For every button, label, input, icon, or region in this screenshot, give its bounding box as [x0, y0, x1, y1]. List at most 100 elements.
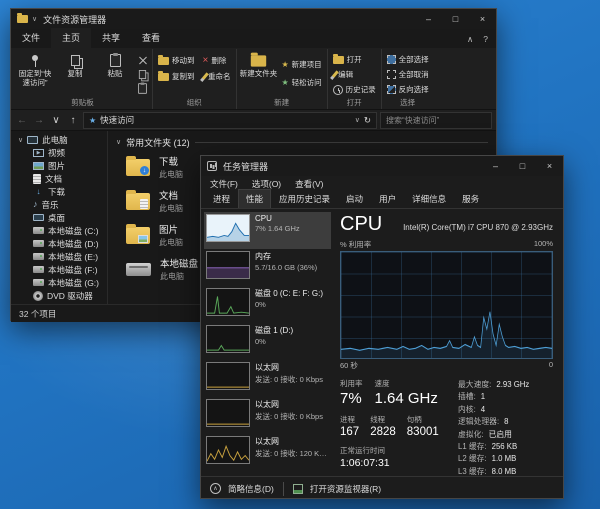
- tab-services[interactable]: 服务: [454, 189, 487, 208]
- tab-app-history[interactable]: 应用历史记录: [271, 189, 338, 208]
- back-icon[interactable]: ←: [15, 115, 29, 126]
- copy-button[interactable]: 复制: [56, 51, 94, 79]
- sidebar-item-drive-d[interactable]: 本地磁盘 (D:): [11, 237, 107, 250]
- history-button[interactable]: 历史记录: [331, 82, 378, 97]
- documents-icon: [33, 174, 41, 184]
- quick-access-toolbar-chevron-icon[interactable]: ∨: [32, 15, 37, 23]
- breadcrumb-location[interactable]: 快速访问: [100, 114, 134, 126]
- sidebar-item-downloads[interactable]: ↓ 下载: [11, 185, 107, 198]
- tab-view[interactable]: 查看: [131, 28, 171, 48]
- new-folder-button[interactable]: 新建文件夹: [240, 51, 278, 79]
- tab-share[interactable]: 共享: [91, 28, 131, 48]
- perf-item-disk1[interactable]: 磁盘 1 (D:) 0%: [204, 323, 331, 360]
- sidebar-item-pictures[interactable]: 图片: [11, 159, 107, 172]
- tab-file[interactable]: 文件: [11, 28, 51, 48]
- refresh-icon[interactable]: ↻: [364, 115, 371, 126]
- close-button[interactable]: ×: [469, 9, 496, 29]
- sidebar-item-videos[interactable]: ▶ 视频: [11, 146, 107, 159]
- task-manager-window: 任务管理器 – □ × 文件(F) 选项(O) 查看(V) 进程 性能 应用历史…: [200, 155, 564, 499]
- sidebar-item-drive-c[interactable]: 本地磁盘 (C:): [11, 224, 107, 237]
- menu-view[interactable]: 查看(V): [288, 178, 330, 190]
- collapse-ribbon-icon[interactable]: ∧: [467, 34, 473, 45]
- easy-access-button[interactable]: ★ 轻松访问: [280, 75, 324, 90]
- rename-button[interactable]: 重命名: [201, 69, 233, 84]
- address-breadcrumb[interactable]: ★ 快速访问 ∨ ↻: [83, 112, 377, 129]
- open-resource-monitor-link[interactable]: 打开资源监视器(R): [310, 483, 381, 495]
- perf-item-ethernet1[interactable]: 以太网 发送: 0 接收: 0 Kbps: [204, 360, 331, 397]
- sidebar-item-drive-g[interactable]: 本地磁盘 (G:): [11, 276, 107, 289]
- paste-button[interactable]: 粘贴: [96, 51, 134, 79]
- section-collapse-icon[interactable]: ∨: [116, 138, 121, 146]
- close-button[interactable]: ×: [536, 156, 563, 176]
- copy-path-icon: [139, 70, 146, 79]
- taskmgr-footer: ∧ 简略信息(D) 打开资源监视器(R): [201, 476, 563, 500]
- sidebar-item-drive-e[interactable]: 本地磁盘 (E:): [11, 250, 107, 263]
- quick-access-icon: ★: [89, 116, 96, 125]
- minimize-button[interactable]: –: [482, 156, 509, 176]
- this-pc-icon: [27, 136, 38, 144]
- select-all-button[interactable]: 全部选择: [385, 52, 431, 67]
- menu-file[interactable]: 文件(F): [203, 178, 245, 190]
- search-input[interactable]: [380, 112, 492, 129]
- window-title: 文件资源管理器: [43, 13, 106, 26]
- expand-chevron-icon[interactable]: ∨: [18, 136, 23, 144]
- sidebar-item-dvd-drive[interactable]: DVD 驱动器: [11, 289, 107, 302]
- pictures-folder-icon: [126, 227, 150, 244]
- perf-item-memory[interactable]: 内存 5.7/16.0 GB (36%): [204, 249, 331, 286]
- info-max-speed: 最大速度:2.93 GHz: [458, 379, 553, 391]
- minimize-button[interactable]: –: [415, 9, 442, 29]
- info-sockets: 插槽:1: [458, 391, 553, 403]
- cpu-model: Intel(R) Core(TM) i7 CPU 870 @ 2.93GHz: [403, 223, 553, 232]
- sidebar-item-documents[interactable]: 文档: [11, 172, 107, 185]
- delete-button[interactable]: × 删除: [201, 53, 233, 68]
- copy-path-button[interactable]: [136, 69, 149, 80]
- help-icon[interactable]: ?: [483, 34, 488, 45]
- perf-item-disk0[interactable]: 磁盘 0 (C: E: F: G:) 0%: [204, 286, 331, 323]
- drive-icon: [33, 240, 44, 247]
- ribbon-group-new: 新建文件夹 ★ 新建项目 ★ 轻松访问 新建: [237, 49, 328, 109]
- group-label-clipboard: 剪贴板: [16, 97, 149, 109]
- menu-options[interactable]: 选项(O): [245, 178, 288, 190]
- fewer-details-button[interactable]: 简略信息(D): [228, 483, 274, 495]
- section-header[interactable]: ∨ 常用文件夹 (12): [116, 134, 488, 150]
- select-none-button[interactable]: 全部取消: [385, 67, 431, 82]
- resource-monitor-icon: [293, 484, 303, 494]
- sidebar-item-music[interactable]: ♪ 音乐: [11, 198, 107, 211]
- open-button[interactable]: 打开: [331, 52, 364, 67]
- stat-threads: 线程 2828: [370, 414, 396, 438]
- group-label-select: 选择: [385, 97, 431, 109]
- invert-selection-button[interactable]: 反向选择: [385, 82, 431, 97]
- sidebar-item-this-pc[interactable]: ∨ 此电脑: [11, 133, 107, 146]
- select-all-icon: [387, 55, 396, 64]
- tab-users[interactable]: 用户: [371, 189, 404, 208]
- paste-shortcut-button[interactable]: [136, 83, 149, 94]
- performance-sidebar: CPU 7% 1.64 GHz 内存 5.7/16.0 GB (36%): [201, 209, 332, 476]
- tab-performance[interactable]: 性能: [238, 189, 271, 208]
- tab-details[interactable]: 详细信息: [404, 189, 454, 208]
- forward-icon[interactable]: →: [32, 115, 46, 126]
- cpu-title: CPU: [340, 213, 382, 236]
- sidebar-item-desktop[interactable]: 桌面: [11, 211, 107, 224]
- perf-item-ethernet2[interactable]: 以太网 发送: 0 接收: 0 Kbps: [204, 397, 331, 434]
- maximize-button[interactable]: □: [509, 156, 536, 176]
- cpu-panel: CPU Intel(R) Core(TM) i7 CPU 870 @ 2.93G…: [332, 209, 563, 476]
- pin-to-quick-access-button[interactable]: 固定到“快速访问”: [16, 51, 54, 87]
- new-item-button[interactable]: ★ 新建项目: [280, 57, 324, 72]
- move-to-button[interactable]: 移动到: [156, 53, 197, 68]
- edit-button[interactable]: 编辑: [331, 67, 356, 82]
- easy-access-icon: ★: [282, 79, 289, 87]
- up-icon[interactable]: ↑: [66, 115, 80, 126]
- perf-item-ethernet3[interactable]: 以太网 发送: 0 接收: 120 Kbps: [204, 434, 331, 471]
- tab-home[interactable]: 主页: [51, 28, 91, 48]
- recent-locations-icon[interactable]: ∨: [49, 115, 63, 126]
- perf-item-cpu[interactable]: CPU 7% 1.64 GHz: [204, 212, 331, 249]
- address-dropdown-icon[interactable]: ∨: [355, 116, 360, 124]
- tab-processes[interactable]: 进程: [205, 189, 238, 208]
- maximize-button[interactable]: □: [442, 9, 469, 29]
- drive-icon: [33, 253, 44, 260]
- cut-button[interactable]: [136, 55, 149, 66]
- sidebar-item-drive-f[interactable]: 本地磁盘 (F:): [11, 263, 107, 276]
- copy-to-button[interactable]: 复制到: [156, 69, 197, 84]
- copy-icon: [71, 55, 80, 66]
- tab-startup[interactable]: 启动: [338, 189, 371, 208]
